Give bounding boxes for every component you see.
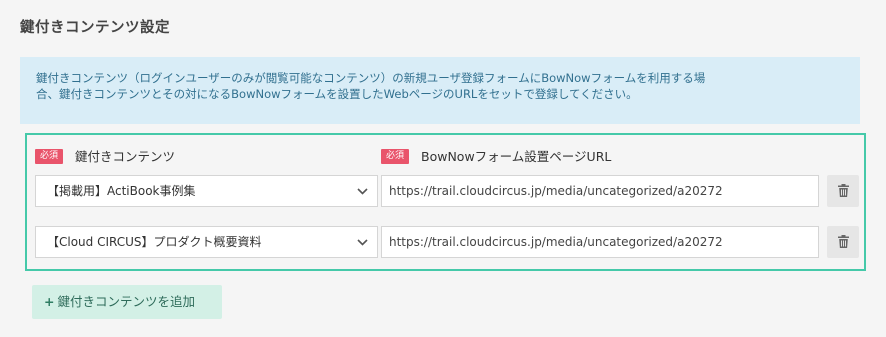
content-row: 【Cloud CIRCUS】プロダクト概要資料 https://trail.cl… [27,226,864,258]
content-select-value: 【掲載用】ActiBook事例集 [47,184,196,198]
section-title: 鍵付きコンテンツ設定 [20,20,170,36]
required-badge-content: 必須 [35,149,64,164]
required-badge-url: 必須 [381,149,410,164]
chevron-down-icon [355,227,369,257]
url-input-value: https://trail.cloudcircus.jp/media/uncat… [389,235,723,249]
info-text-line-1: 鍵付きコンテンツ（ログインユーザーのみが閲覧可能なコンテンツ）の新規ユーザ登録フ… [36,71,706,85]
info-text-line-2: 合、鍵付きコンテンツとその対になるBowNowフォームを設置したWebページのU… [36,87,638,101]
content-select[interactable]: 【掲載用】ActiBook事例集 [35,175,378,207]
url-input[interactable]: https://trail.cloudcircus.jp/media/uncat… [381,226,819,258]
info-box: 鍵付きコンテンツ（ログインユーザーのみが閲覧可能なコンテンツ）の新規ユーザ登録フ… [20,57,860,124]
column-label-content: 鍵付きコンテンツ [75,149,176,164]
content-select[interactable]: 【Cloud CIRCUS】プロダクト概要資料 [35,226,378,258]
chevron-down-icon [355,176,369,206]
add-button-label: 鍵付きコンテンツを追加 [57,294,195,309]
plus-icon: + [44,294,55,309]
locked-content-panel: 必須 鍵付きコンテンツ 必須 BowNowフォーム設置ページURL 【掲載用】A… [25,133,866,271]
header-row: 必須 鍵付きコンテンツ 必須 BowNowフォーム設置ページURL [27,149,864,165]
content-row: 【掲載用】ActiBook事例集 https://trail.cloudcirc… [27,175,864,207]
url-input[interactable]: https://trail.cloudcircus.jp/media/uncat… [381,175,819,207]
trash-icon [837,233,849,252]
delete-button[interactable] [827,175,859,207]
column-label-url: BowNowフォーム設置ページURL [421,149,612,164]
url-input-value: https://trail.cloudcircus.jp/media/uncat… [389,184,723,198]
add-locked-content-button[interactable]: + 鍵付きコンテンツを追加 [32,285,222,319]
trash-icon [837,182,849,201]
delete-button[interactable] [827,226,859,258]
content-select-value: 【Cloud CIRCUS】プロダクト概要資料 [47,235,262,249]
